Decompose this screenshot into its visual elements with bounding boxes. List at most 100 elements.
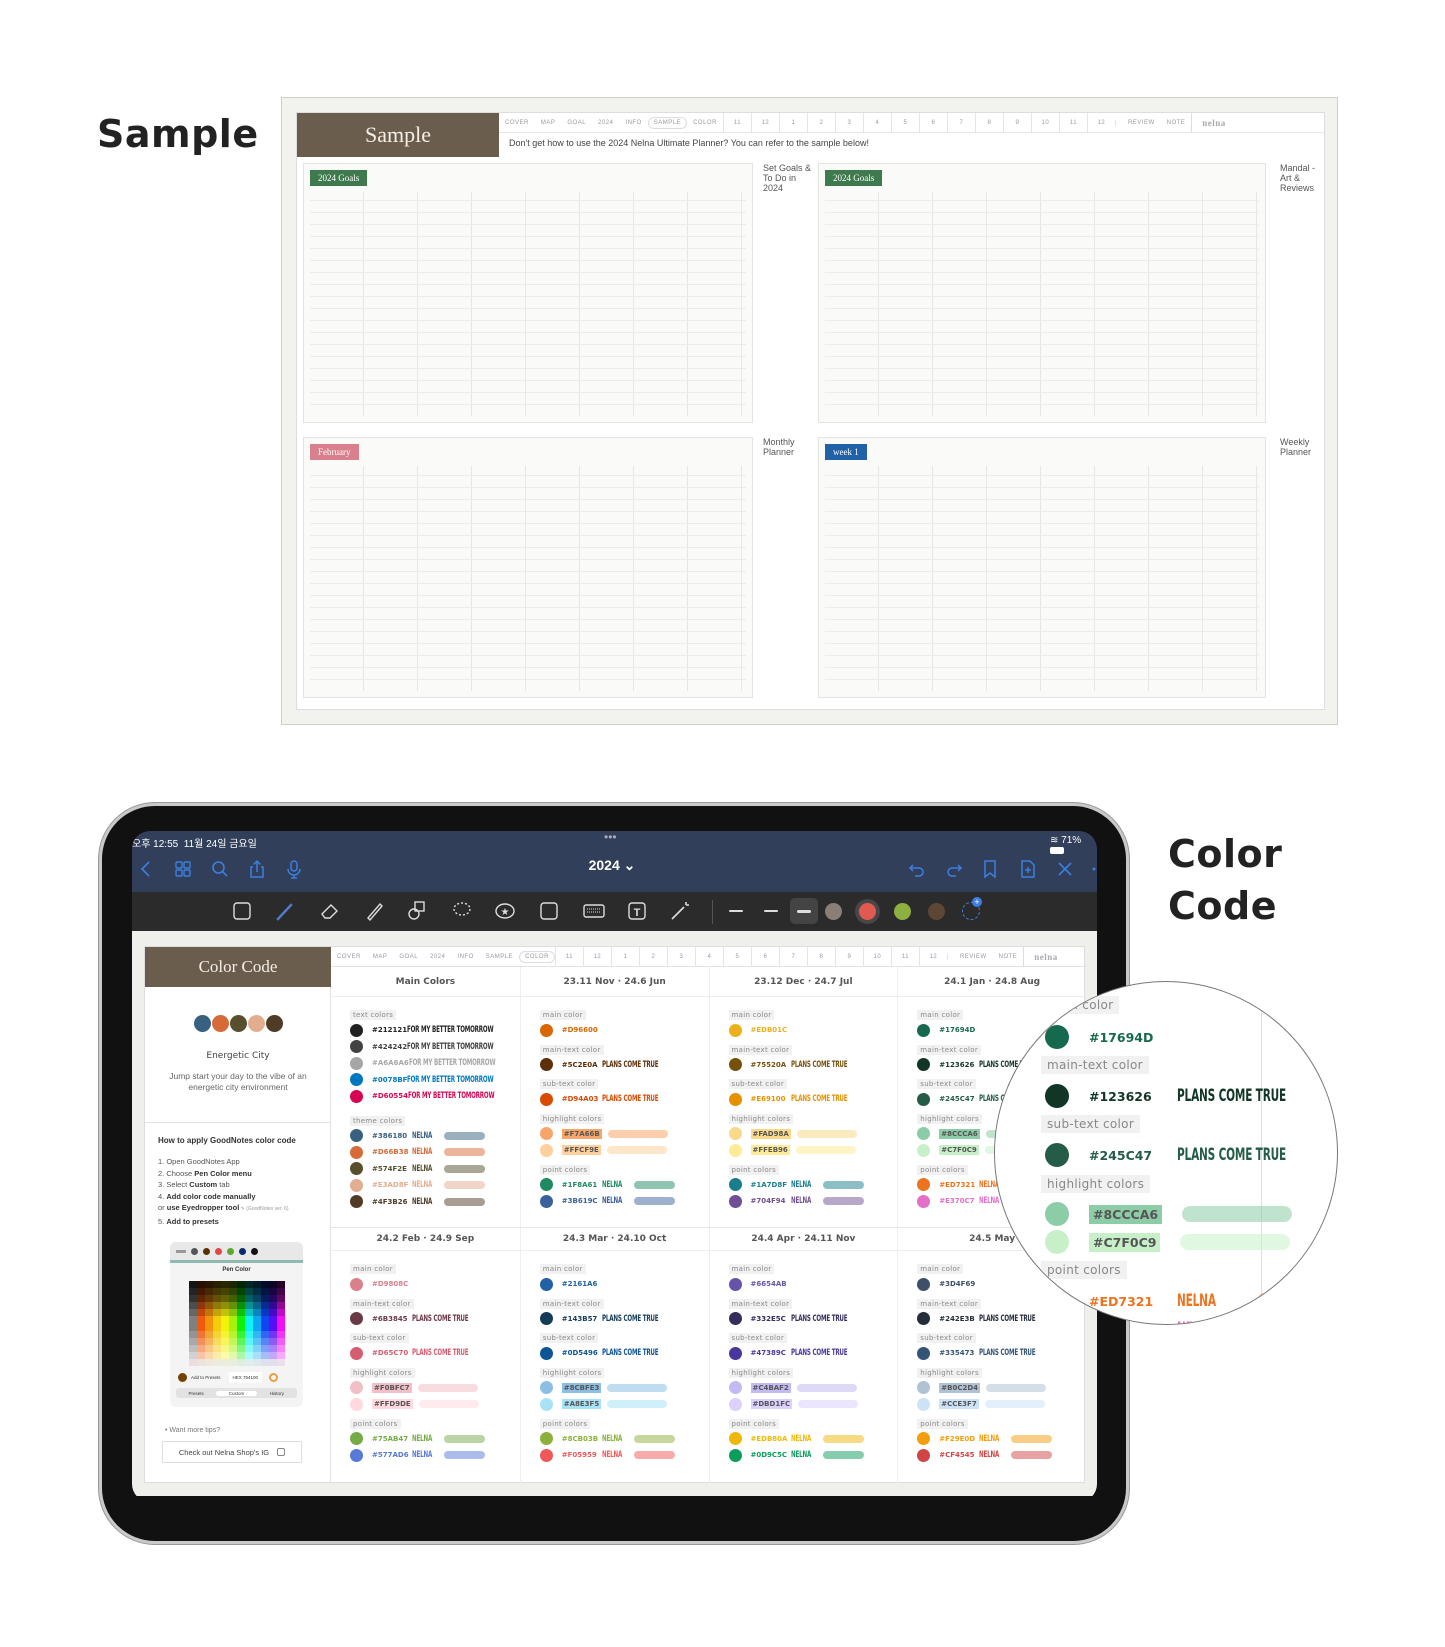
hex-code[interactable]: #D66B38: [372, 1148, 412, 1156]
color-swatch[interactable]: [728, 1448, 742, 1462]
tab-month[interactable]: 10: [1030, 113, 1059, 132]
hex-code[interactable]: #574F2E: [372, 1165, 412, 1173]
hex-code[interactable]: #143B57: [562, 1315, 602, 1323]
hex-code[interactable]: #335473: [939, 1349, 979, 1357]
hex-code[interactable]: #75AB47: [372, 1435, 412, 1443]
tab-info[interactable]: INFO: [619, 120, 647, 126]
color-swatch[interactable]: [539, 1397, 553, 1411]
pen-icon[interactable]: [272, 899, 296, 923]
tab-month[interactable]: 1: [610, 947, 639, 966]
image-icon[interactable]: [537, 899, 561, 923]
color-swatch[interactable]: [350, 1195, 363, 1209]
color-swatch[interactable]: [350, 1056, 363, 1070]
tab-month[interactable]: 5: [890, 113, 919, 132]
hex-code[interactable]: #C7F0C9: [939, 1145, 979, 1156]
color-swatch[interactable]: [728, 1143, 742, 1157]
close-icon[interactable]: [1055, 859, 1075, 879]
hex-code[interactable]: #1A7D8F: [751, 1181, 791, 1189]
hex-code[interactable]: #CCE3F7: [939, 1399, 979, 1410]
color-swatch[interactable]: [917, 1127, 931, 1141]
tab-review[interactable]: REVIEW: [946, 953, 993, 960]
stroke-width-option[interactable]: [757, 898, 785, 924]
hex-code[interactable]: #C7F0C9: [1089, 1232, 1161, 1252]
hex-code[interactable]: #704F94: [751, 1197, 791, 1205]
tab-month[interactable]: 4: [694, 947, 723, 966]
lasso-icon[interactable]: [450, 899, 474, 923]
tab-sample[interactable]: SAMPLE: [647, 116, 688, 129]
color-swatch[interactable]: [350, 1023, 363, 1037]
hex-code[interactable]: #8CBFE3: [561, 1382, 602, 1393]
color-swatch[interactable]: [350, 1277, 363, 1291]
hex-code[interactable]: #CF4545: [939, 1451, 979, 1459]
tab-goal[interactable]: GOAL: [561, 120, 592, 126]
color-swatch[interactable]: [728, 1277, 742, 1291]
color-swatch[interactable]: [350, 1448, 363, 1462]
hex-code[interactable]: #2161A6: [562, 1280, 602, 1288]
color-swatch[interactable]: [917, 1397, 931, 1411]
color-swatch[interactable]: [539, 1092, 553, 1106]
color-swatch[interactable]: [917, 1178, 931, 1192]
hex-code[interactable]: #8CB03B: [562, 1435, 602, 1443]
hex-code[interactable]: #8CCCA6: [1089, 1204, 1163, 1224]
tab-month[interactable]: 11: [890, 947, 919, 966]
color-swatch[interactable]: [728, 1023, 742, 1037]
tab-month[interactable]: 8: [806, 947, 835, 966]
color-swatch[interactable]: [350, 1073, 363, 1087]
shapes-icon[interactable]: [406, 899, 430, 923]
tab-month[interactable]: 11: [554, 947, 583, 966]
color-swatch[interactable]: [728, 1058, 742, 1072]
microphone-icon[interactable]: [284, 859, 304, 879]
color-swatch[interactable]: [1045, 1289, 1069, 1313]
hex-code[interactable]: #FFEB96: [750, 1145, 790, 1156]
hex-code[interactable]: #D65C70: [372, 1349, 412, 1357]
color-swatch[interactable]: [728, 1127, 742, 1141]
tab-cover[interactable]: COVER: [499, 120, 535, 126]
color-swatch[interactable]: [350, 1432, 363, 1446]
color-swatch[interactable]: [917, 1448, 931, 1462]
color-swatch[interactable]: [917, 1346, 931, 1360]
hex-code[interactable]: #EDB80A: [751, 1435, 791, 1443]
tab-month[interactable]: 11: [1058, 113, 1087, 132]
hex-code[interactable]: #A6A6A6: [372, 1059, 409, 1067]
tab-color[interactable]: COLOR: [687, 120, 723, 126]
pen-color-swatch[interactable]: [928, 903, 945, 920]
hex-code[interactable]: #C4BAF2: [750, 1382, 791, 1393]
color-swatch[interactable]: [350, 1312, 363, 1326]
hex-code[interactable]: #8CCCA6: [939, 1128, 980, 1139]
tab-month[interactable]: 1: [778, 113, 807, 132]
hex-code[interactable]: #D9808C: [372, 1280, 412, 1288]
stroke-width-option[interactable]: [790, 898, 818, 924]
tab-2024[interactable]: 2024: [424, 954, 451, 960]
hex-code[interactable]: #F05959: [562, 1451, 602, 1459]
more-icon[interactable]: [1090, 859, 1097, 879]
hex-code[interactable]: #ED7321: [939, 1181, 979, 1189]
color-swatch[interactable]: [728, 1381, 742, 1395]
tab-month[interactable]: 7: [946, 113, 975, 132]
hex-code[interactable]: #75520A: [751, 1061, 791, 1069]
pen-color-swatch[interactable]: [894, 903, 911, 920]
multitask-dots[interactable]: •••: [604, 831, 617, 844]
hex-code[interactable]: #245C47: [939, 1095, 979, 1103]
color-swatch[interactable]: [539, 1381, 553, 1395]
redo-icon[interactable]: [944, 859, 964, 879]
tab-note[interactable]: NOTE: [1161, 120, 1192, 126]
hex-code[interactable]: #F0BFC7: [372, 1382, 412, 1393]
tab-month[interactable]: 2: [806, 113, 835, 132]
color-swatch[interactable]: [1045, 1084, 1069, 1108]
color-swatch[interactable]: [350, 1040, 363, 1054]
tab-month[interactable]: 6: [918, 113, 947, 132]
color-swatch[interactable]: [539, 1312, 553, 1326]
document-title[interactable]: 2024 ⌄: [572, 857, 652, 874]
color-swatch[interactable]: [539, 1023, 553, 1037]
hex-code[interactable]: #0D5496: [562, 1349, 602, 1357]
color-swatch[interactable]: [1045, 1230, 1069, 1254]
hex-code[interactable]: #123626: [1089, 1089, 1177, 1104]
color-swatch[interactable]: [728, 1346, 742, 1360]
thumbnail-goals[interactable]: 2024 Goals: [303, 163, 753, 423]
color-swatch[interactable]: [728, 1432, 742, 1446]
hex-code[interactable]: #F7A66B: [561, 1128, 602, 1139]
eraser-icon[interactable]: [318, 899, 342, 923]
hex-code[interactable]: #6B3845: [372, 1315, 412, 1323]
tab-month[interactable]: 12: [582, 947, 611, 966]
hex-code[interactable]: #17694D: [939, 1026, 979, 1034]
